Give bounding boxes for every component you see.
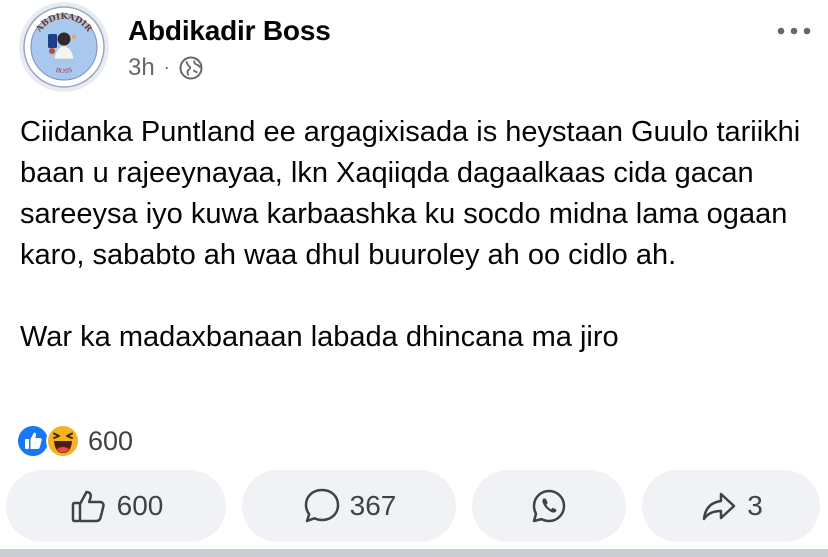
facebook-post: ABDIKADIR BOSS Abdikadir Boss 3h · Ciida… [0,0,828,557]
reaction-count: 600 [88,425,134,456]
more-options-icon [777,27,811,35]
share-count: 3 [747,490,763,521]
share-button[interactable]: 3 [642,470,820,542]
meta-separator: · [163,57,170,77]
post-divider [0,549,828,557]
avatar-image: ABDIKADIR BOSS [19,2,109,92]
globe-icon[interactable] [179,56,203,80]
share-arrow-icon [702,492,736,521]
post-paragraph: War ka madaxbanaan labada dhincana ma ji… [20,321,619,353]
post-time[interactable]: 3h [128,54,155,82]
thumbs-up-icon [71,490,105,523]
author-name[interactable]: Abdikadir Boss [128,15,331,47]
reactions-summary[interactable]: 600 [16,422,133,460]
avatar[interactable]: ABDIKADIR BOSS [18,1,110,93]
more-options-button[interactable] [770,16,818,46]
post-paragraph: Ciidanka Puntland ee argagixisada is hey… [20,116,801,271]
post-meta: 3h · [128,52,203,84]
haha-reaction-icon [46,424,80,458]
comment-count: 367 [349,490,397,521]
whatsapp-share-button[interactable] [472,470,626,542]
comment-bubble-icon [304,488,339,523]
comment-button[interactable]: 367 [242,470,456,542]
like-count: 600 [116,490,164,521]
post-text: Ciidanka Puntland ee argagixisada is hey… [20,112,820,358]
like-button[interactable]: 600 [6,470,226,542]
whatsapp-icon [532,489,566,523]
post-actions: 600 367 3 [0,470,828,544]
like-reaction-icon [16,424,50,458]
